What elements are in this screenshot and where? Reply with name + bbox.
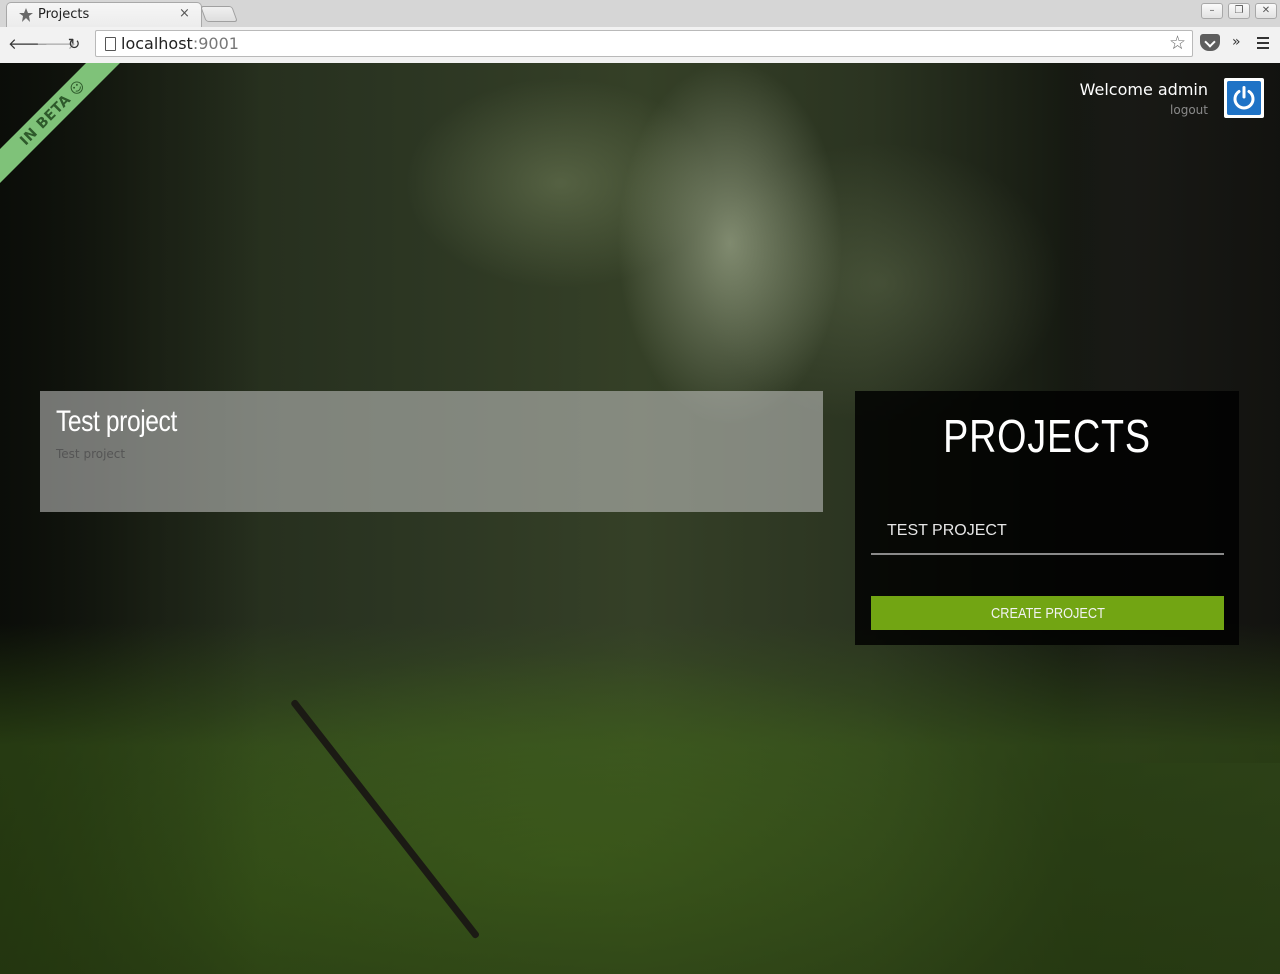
- tab-close-icon[interactable]: ×: [179, 6, 190, 21]
- project-card[interactable]: Test project Test project: [40, 391, 823, 512]
- project-name: Test project: [56, 405, 177, 438]
- restore-button[interactable]: ❐: [1228, 3, 1250, 19]
- hamburger-menu-icon[interactable]: [1257, 37, 1269, 49]
- bookmark-star-icon[interactable]: ☆: [1169, 32, 1186, 54]
- page-icon: [105, 37, 116, 51]
- project-name-input[interactable]: [871, 509, 1224, 555]
- power-button[interactable]: [1224, 78, 1264, 118]
- project-description: Test project: [56, 447, 126, 461]
- projects-panel: PROJECTS CREATE PROJECT: [855, 391, 1239, 645]
- browser-toolbar: 🡐 🡒 ↻ localhost:9001 ☆ »: [0, 27, 1280, 63]
- tab-title: Projects: [38, 7, 90, 22]
- create-project-button[interactable]: CREATE PROJECT: [871, 596, 1224, 630]
- reload-icon[interactable]: ↻: [65, 35, 83, 53]
- forward-arrow-icon[interactable]: 🡒: [36, 35, 76, 53]
- tab-strip: Projects × – ❐ ✕: [0, 0, 1280, 27]
- pocket-icon[interactable]: [1200, 34, 1220, 51]
- url-text: localhost:9001: [121, 34, 239, 53]
- back-arrow-icon[interactable]: 🡐: [8, 35, 48, 53]
- power-icon: [1233, 86, 1255, 110]
- favicon-icon: [19, 8, 33, 22]
- address-bar[interactable]: localhost:9001 ☆: [95, 30, 1193, 57]
- extensions-overflow-icon[interactable]: »: [1232, 34, 1241, 50]
- close-window-button[interactable]: ✕: [1255, 3, 1277, 19]
- logout-link[interactable]: logout: [1170, 103, 1208, 117]
- minimize-button[interactable]: –: [1201, 3, 1223, 19]
- page-viewport: IN BETA ☺ Welcome admin logout Test proj…: [0, 63, 1280, 974]
- new-tab-button[interactable]: [200, 6, 238, 22]
- browser-chrome: Projects × – ❐ ✕ 🡐 🡒 ↻ localhost:9001 ☆ …: [0, 0, 1280, 63]
- panel-title: PROJECTS: [943, 410, 1151, 462]
- welcome-text: Welcome admin: [1079, 80, 1208, 99]
- tab-projects[interactable]: Projects ×: [6, 2, 202, 27]
